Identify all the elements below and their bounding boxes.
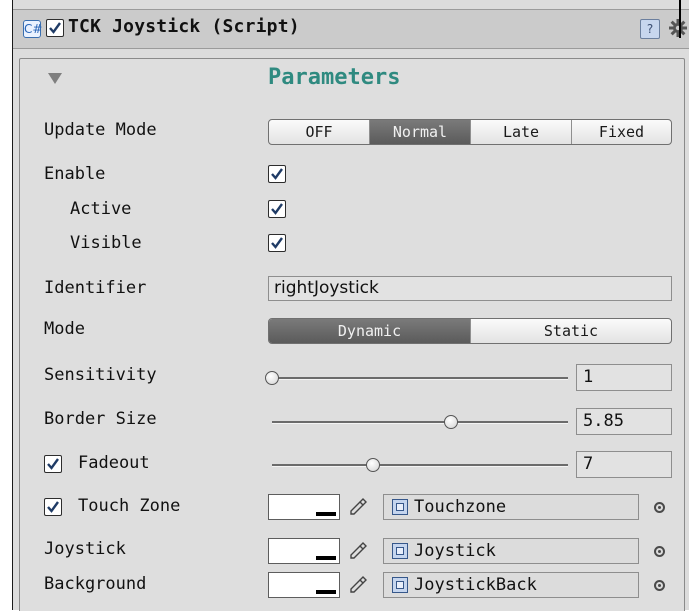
- eyedropper-icon[interactable]: [348, 575, 368, 595]
- mode-label: Mode: [44, 319, 85, 339]
- checkmark-icon: [271, 203, 283, 215]
- sensitivity-slider-track[interactable]: [272, 377, 568, 380]
- touch-zone-object-field[interactable]: Touchzone: [383, 494, 639, 520]
- section-title: Parameters: [268, 65, 401, 90]
- checkmark-icon: [49, 22, 61, 34]
- identifier-field[interactable]: rightJoystick: [268, 276, 672, 301]
- background-color-field[interactable]: [268, 572, 340, 598]
- eyedropper-icon[interactable]: [348, 497, 368, 517]
- gear-icon[interactable]: [667, 17, 689, 39]
- checkmark-icon: [47, 501, 59, 513]
- background-object-field[interactable]: JoystickBack: [383, 572, 639, 598]
- sensitivity-label: Sensitivity: [44, 365, 157, 385]
- identifier-label: Identifier: [44, 278, 147, 298]
- checkmark-icon: [271, 237, 283, 249]
- update-mode-off[interactable]: OFF: [269, 120, 370, 144]
- joystick-label: Joystick: [44, 539, 126, 559]
- border-size-slider-thumb[interactable]: [444, 415, 458, 429]
- fadeout-checkbox[interactable]: [44, 455, 62, 473]
- border-size-slider-track[interactable]: [272, 421, 568, 424]
- script-icon: C#: [23, 20, 43, 38]
- visible-label: Visible: [70, 233, 142, 253]
- enable-checkbox[interactable]: [268, 165, 286, 183]
- visible-checkbox[interactable]: [268, 234, 286, 252]
- help-icon[interactable]: ?: [640, 19, 660, 39]
- joystick-object-field[interactable]: Joystick: [383, 538, 639, 564]
- fadeout-slider-track[interactable]: [272, 464, 568, 467]
- touch-zone-object-name: Touchzone: [414, 497, 507, 517]
- sensitivity-value-field[interactable]: 1: [576, 364, 672, 391]
- checkmark-icon: [271, 168, 283, 180]
- object-picker-icon[interactable]: [654, 580, 665, 591]
- update-mode-fixed[interactable]: Fixed: [572, 120, 671, 144]
- component-header[interactable]: C# TCK Joystick (Script) ?: [13, 9, 689, 49]
- object-picker-icon[interactable]: [654, 546, 665, 557]
- window-edge: [679, 0, 681, 38]
- update-mode-label: Update Mode: [44, 120, 157, 140]
- foldout-arrow-icon[interactable]: [48, 73, 62, 84]
- update-mode-selector[interactable]: OFF Normal Late Fixed: [268, 119, 672, 145]
- fadeout-slider-thumb[interactable]: [366, 458, 380, 472]
- enable-label: Enable: [44, 164, 106, 184]
- mode-static[interactable]: Static: [471, 319, 671, 343]
- joystick-object-name: Joystick: [414, 541, 496, 561]
- active-label: Active: [70, 199, 132, 219]
- object-picker-icon[interactable]: [654, 502, 665, 513]
- fadeout-value-field[interactable]: 7: [576, 451, 672, 478]
- eyedropper-icon[interactable]: [348, 541, 368, 561]
- sensitivity-slider-thumb[interactable]: [265, 371, 279, 385]
- touch-zone-color-field[interactable]: [268, 494, 340, 520]
- object-icon: [392, 543, 408, 559]
- mode-selector[interactable]: Dynamic Static: [268, 318, 672, 344]
- background-label: Background: [44, 574, 147, 594]
- mode-dynamic[interactable]: Dynamic: [269, 319, 471, 343]
- touch-zone-label: Touch Zone: [78, 496, 181, 516]
- touch-zone-checkbox[interactable]: [44, 498, 62, 516]
- border-size-label: Border Size: [44, 409, 157, 429]
- object-icon: [392, 499, 408, 515]
- update-mode-late[interactable]: Late: [471, 120, 572, 144]
- joystick-color-field[interactable]: [268, 538, 340, 564]
- active-checkbox[interactable]: [268, 200, 286, 218]
- component-enabled-checkbox[interactable]: [46, 19, 64, 37]
- background-object-name: JoystickBack: [414, 575, 537, 595]
- border-size-value-field[interactable]: 5.85: [576, 408, 672, 435]
- object-icon: [392, 577, 408, 593]
- checkmark-icon: [47, 458, 59, 470]
- inspector-frame: C# TCK Joystick (Script) ? Parameters Up…: [12, 0, 689, 611]
- component-title: TCK Joystick (Script): [68, 16, 300, 37]
- fadeout-label: Fadeout: [78, 453, 150, 473]
- parameters-panel: Parameters Update Mode OFF Normal Late F…: [19, 58, 685, 611]
- update-mode-normal[interactable]: Normal: [370, 120, 471, 144]
